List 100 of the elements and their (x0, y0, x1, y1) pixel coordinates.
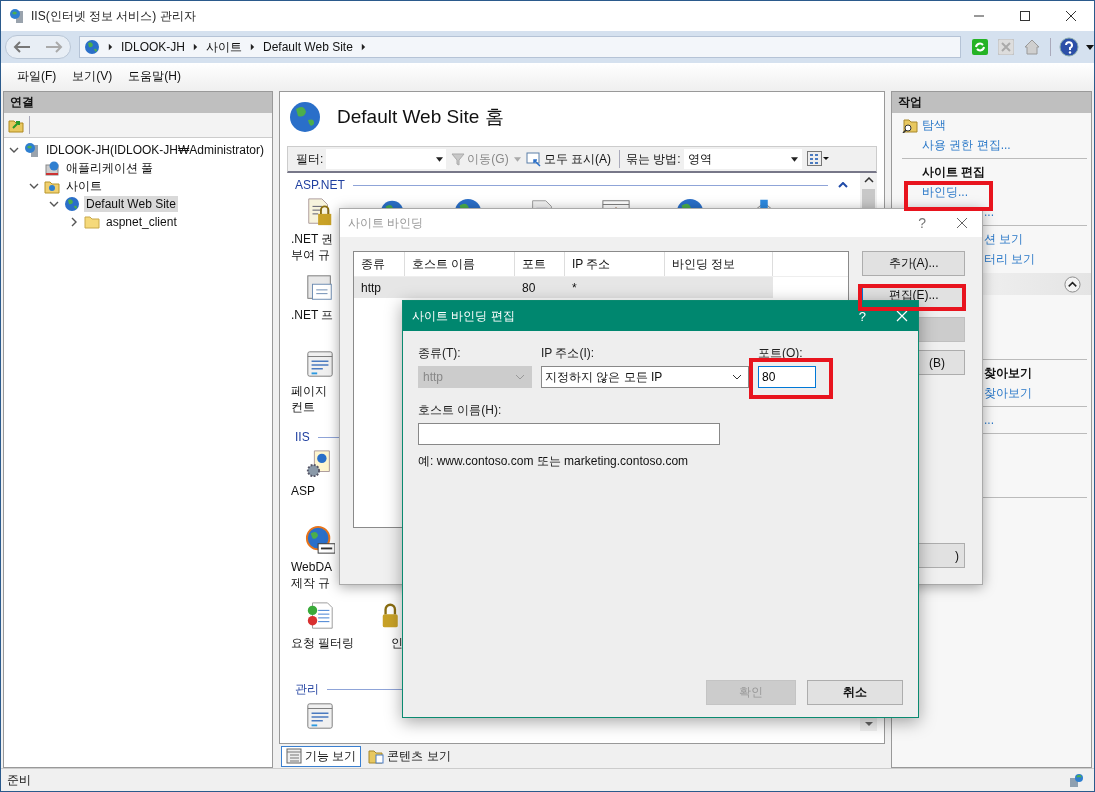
table-row[interactable]: http 80 * (354, 277, 773, 298)
group-by-label: 묶는 방법: (626, 150, 681, 168)
column-header[interactable]: IP 주소 (565, 252, 665, 276)
table-cell: 80 (522, 280, 536, 295)
action-link[interactable]: 찾아보기 (984, 384, 1032, 402)
feature-label[interactable]: 요청 필터링 (287, 635, 355, 651)
dialog-title: 사이트 바인딩 편집 (412, 307, 515, 325)
chevron-down-icon (515, 374, 525, 380)
form-window-icon[interactable] (305, 701, 335, 731)
column-header[interactable]: 포트 (515, 252, 565, 276)
collapse-chevron-icon[interactable] (838, 182, 848, 188)
tree-item[interactable]: aspnet_client (104, 214, 179, 230)
field-label: 호스트 이름(H): (418, 402, 503, 419)
folder-globe-icon (44, 178, 60, 194)
help-button[interactable]: ? (918, 215, 926, 231)
menu-item[interactable]: 도움말(H) (120, 65, 189, 87)
expand-chevron-icon[interactable] (69, 217, 79, 227)
action-link[interactable]: 사용 권한 편집... (922, 136, 1011, 154)
view-mode-button[interactable] (804, 151, 831, 167)
filter-field[interactable] (326, 149, 447, 169)
refresh-button[interactable] (969, 36, 991, 58)
form-window-icon[interactable] (305, 349, 335, 379)
funnel-icon (451, 152, 466, 166)
breadcrumb-item[interactable]: IDLOOK-JH (121, 40, 185, 54)
group-heading: IIS (295, 430, 310, 444)
tree-item[interactable]: IDLOOK-JH(IDLOOK-JH₩Administrator) (44, 142, 267, 158)
ip-address-dropdown[interactable]: 지정하지 않은 모든 IP (541, 366, 749, 388)
table-cell: * (572, 280, 577, 295)
document-filter-icon[interactable] (305, 601, 335, 631)
chevron-icon (250, 43, 255, 51)
collapse-chevron-icon[interactable] (49, 199, 59, 209)
feature-label[interactable]: .NET 권 부여 규 (287, 231, 334, 263)
menu-item[interactable]: 파일(F) (9, 65, 65, 87)
collapse-button-icon[interactable] (1064, 275, 1081, 293)
filter-label: 필터: (296, 150, 324, 168)
close-icon (1065, 10, 1077, 22)
action-link[interactable]: 터리 보기 (984, 250, 1036, 268)
tree-item[interactable]: 사이트 (64, 176, 104, 196)
field-label: 종류(T): (418, 345, 462, 362)
list-view-icon (286, 748, 302, 764)
server-icon (9, 8, 25, 24)
group-by-dropdown[interactable]: 영역 (683, 149, 802, 169)
folder-search-icon (902, 117, 918, 133)
maximize-icon (1019, 10, 1031, 22)
column-header[interactable]: 종류 (354, 252, 405, 276)
group-heading: ASP.NET (295, 178, 345, 192)
collapse-chevron-icon[interactable] (29, 181, 39, 191)
tree-item[interactable]: Default Web Site (84, 196, 178, 212)
feature-label[interactable]: 인 (361, 635, 403, 651)
action-link[interactable]: ... (984, 413, 994, 427)
breadcrumb-item[interactable]: Default Web Site (263, 40, 353, 54)
hint-text: 예: www.contoso.com 또는 marketing.contoso.com (418, 453, 690, 470)
globe-icon (64, 196, 80, 212)
help-button[interactable] (1058, 36, 1080, 58)
show-all-button[interactable]: 모두 표시(A) (523, 150, 613, 168)
dialog-button[interactable]: 추가(A)... (862, 251, 965, 276)
refresh-icon (972, 39, 988, 55)
group-heading: 관리 (295, 680, 319, 698)
action-link[interactable]: ... (984, 205, 994, 219)
server-icon (24, 142, 40, 158)
address-field[interactable]: IDLOOK-JH 사이트 Default Web Site (79, 36, 961, 58)
dropdown-caret-icon (436, 156, 444, 162)
collapse-chevron-icon[interactable] (9, 145, 19, 155)
port-input[interactable]: 80 (758, 366, 816, 388)
dialog-button[interactable]: 취소 (807, 680, 903, 705)
column-header[interactable]: 바인딩 정보 (665, 252, 773, 276)
chevron-icon (108, 43, 113, 51)
globe-document-icon[interactable] (305, 525, 335, 555)
window-icon[interactable] (305, 273, 335, 303)
field-label: IP 주소(I): (541, 345, 596, 362)
panel-header: 연결 (4, 92, 272, 113)
close-button[interactable] (956, 217, 968, 229)
feature-label[interactable]: 페이지 컨트 (287, 383, 327, 415)
scroll-up-icon[interactable] (863, 177, 874, 183)
action-group-heading: 사이트 편집 (922, 163, 986, 181)
stop-icon (998, 39, 1014, 55)
feature-label[interactable]: WebDA 제작 규 (287, 559, 333, 591)
view-tab[interactable]: 기능 보기 (281, 745, 362, 767)
scroll-down-icon[interactable] (863, 721, 874, 727)
forward-arrow-icon (44, 40, 64, 54)
close-icon (956, 217, 968, 229)
dropdown-caret-icon (513, 156, 521, 162)
table-cell: http (361, 280, 381, 295)
status-text: 준비 (7, 771, 31, 789)
tree-item[interactable]: 애플리케이션 풀 (64, 158, 156, 178)
column-header[interactable]: 호스트 이름 (405, 252, 515, 276)
action-link[interactable]: 션 보기 (984, 230, 1024, 248)
view-tab[interactable]: 콘텐츠 보기 (363, 745, 456, 767)
feature-label[interactable]: ASP (287, 483, 315, 499)
dropdown-caret-icon (790, 156, 798, 162)
menu-item[interactable]: 보기(V) (64, 65, 121, 87)
action-link[interactable]: 바인딩... (922, 183, 968, 201)
globe-icon (289, 101, 321, 133)
host-name-input[interactable] (418, 423, 720, 445)
panel-header: 작업 (892, 92, 1091, 113)
action-link[interactable]: 탐색 (922, 116, 946, 134)
help-button[interactable]: ? (858, 308, 866, 324)
field-label: 포트(O): (758, 345, 804, 362)
breadcrumb-item[interactable]: 사이트 (206, 38, 242, 56)
feature-label[interactable]: .NET 프 (287, 307, 334, 323)
